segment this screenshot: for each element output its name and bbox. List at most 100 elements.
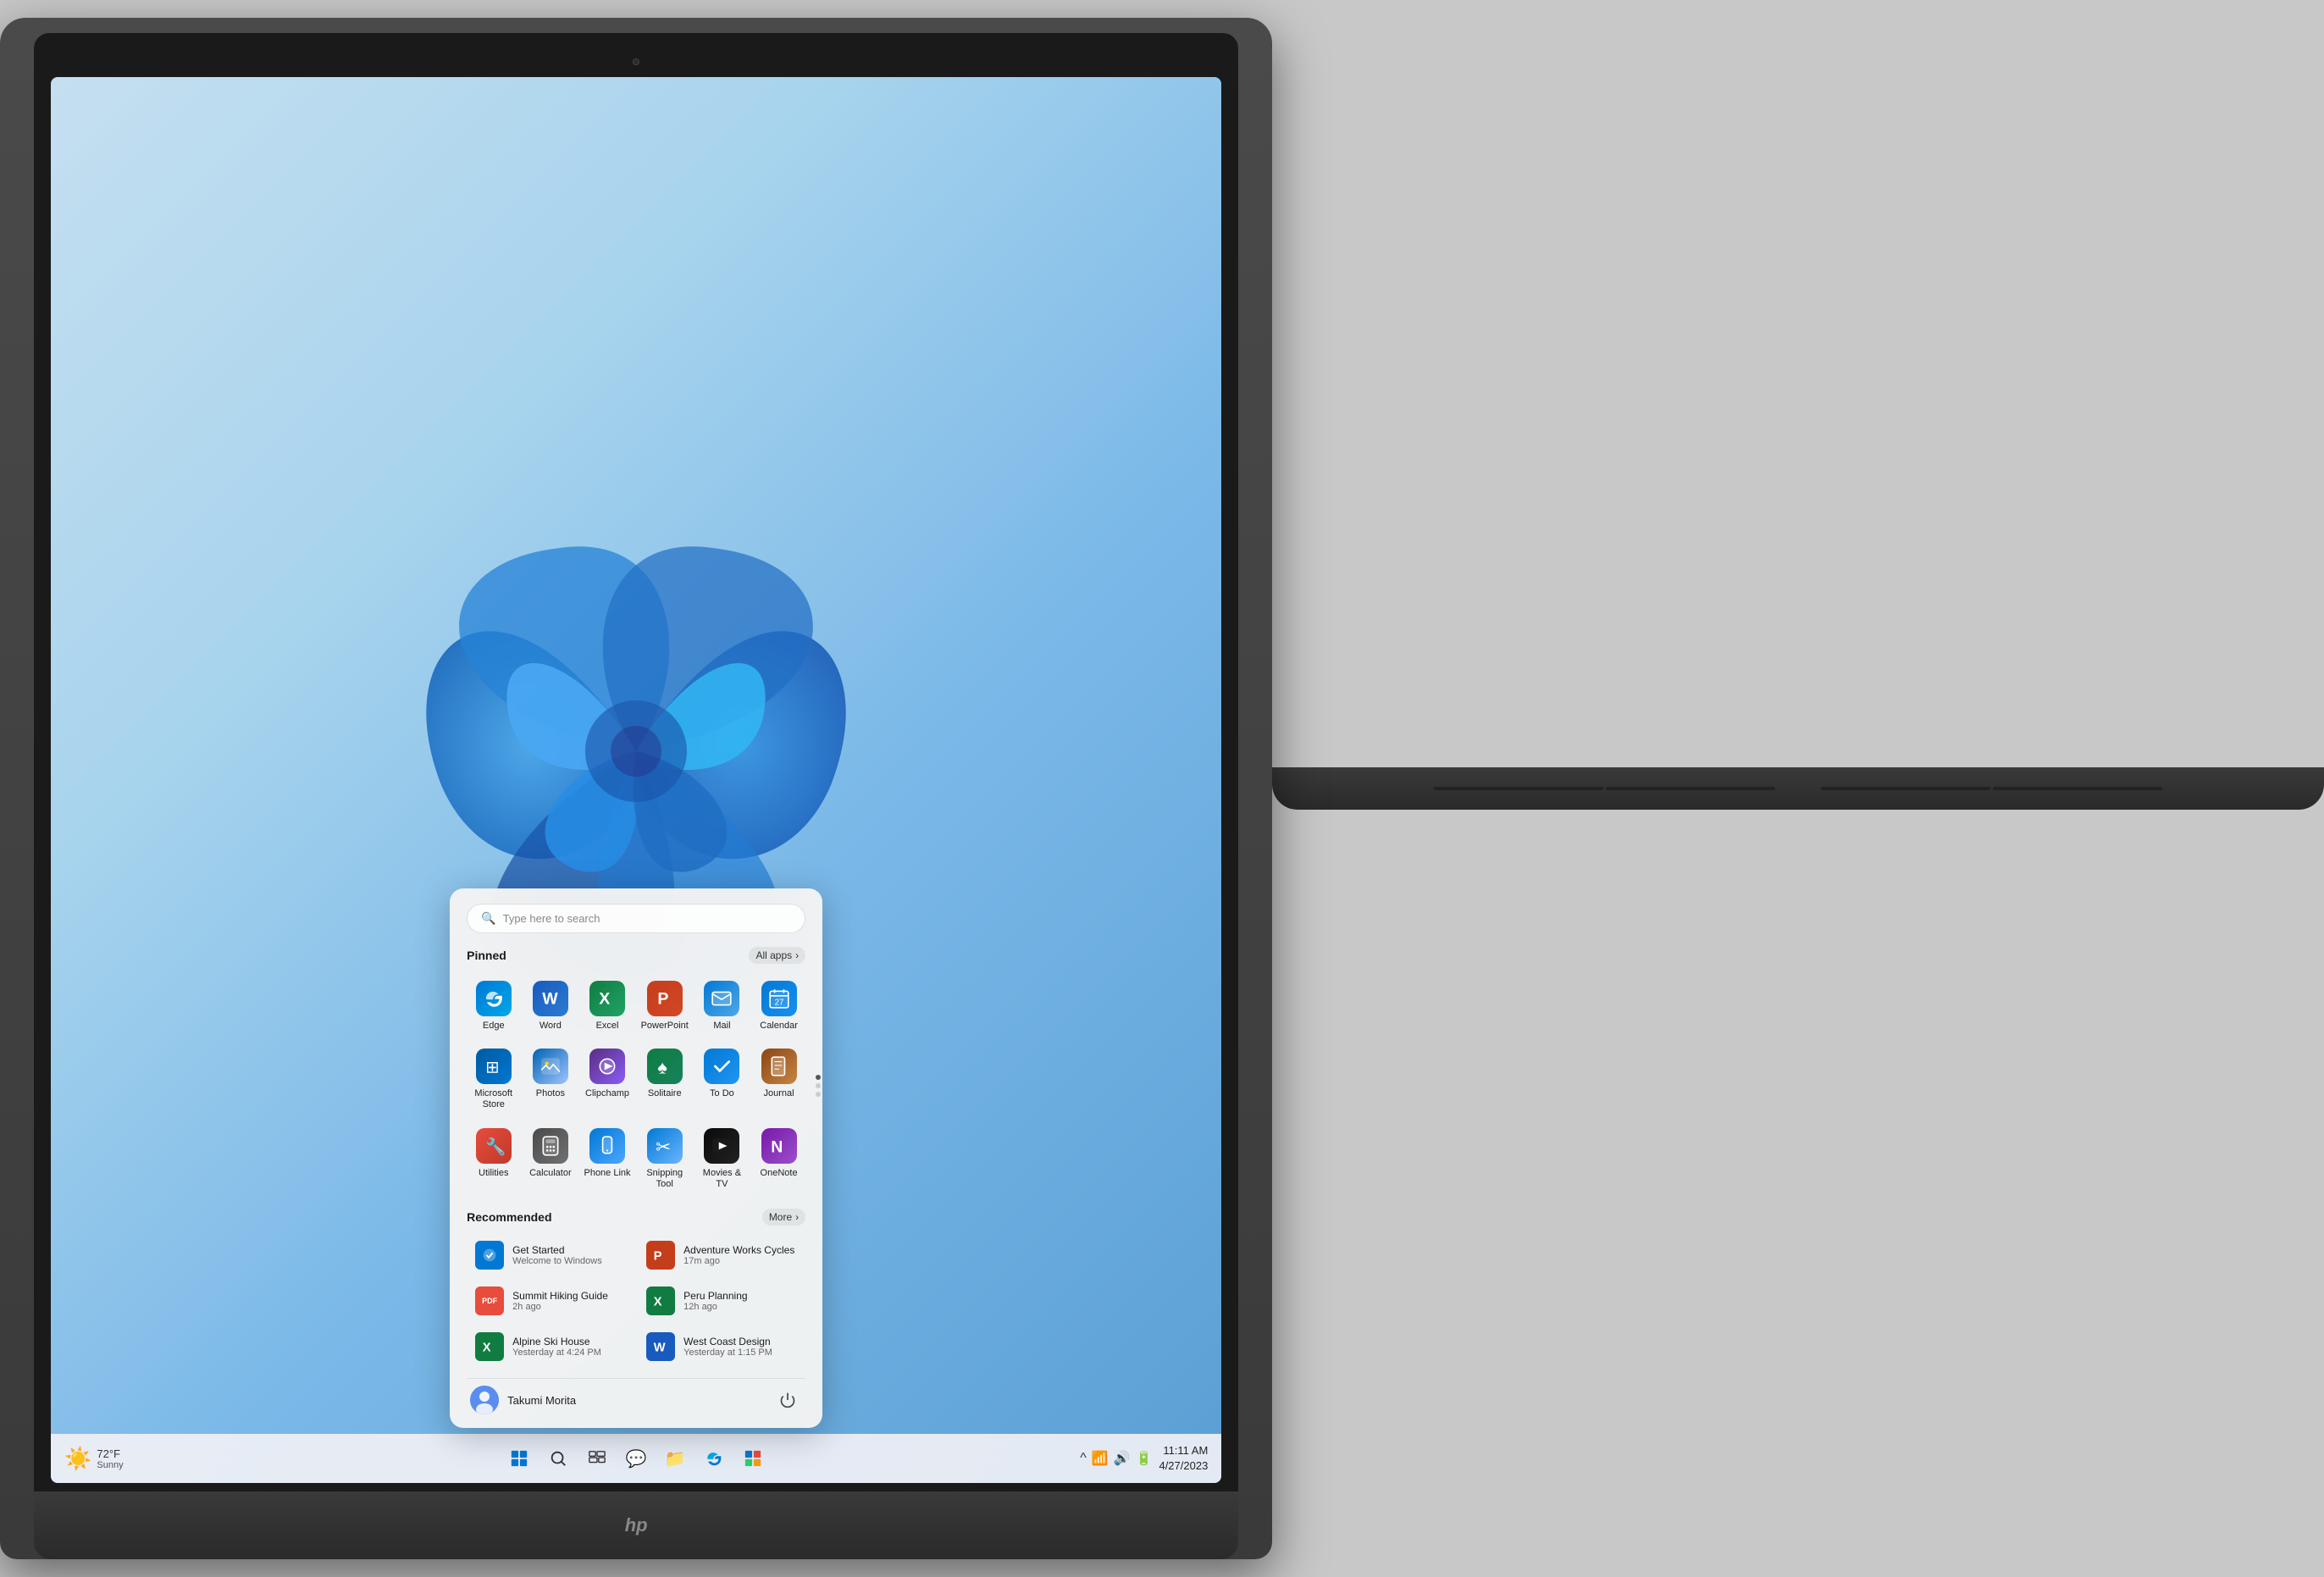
solitaire-label: Solitaire (648, 1088, 682, 1099)
recommended-label: Recommended (467, 1210, 551, 1224)
rec-alpine[interactable]: X Alpine Ski House Yesterday at 4:24 PM (467, 1325, 634, 1368)
rec-info-get-started: Get Started Welcome to Windows (512, 1244, 626, 1266)
tray-expand[interactable]: ^ (1080, 1451, 1087, 1466)
rec-icon-summit: PDF (475, 1286, 504, 1315)
app-edge[interactable]: Edge (467, 974, 520, 1038)
rec-adventure[interactable]: P Adventure Works Cycles 17m ago (638, 1234, 805, 1276)
app-journal[interactable]: Journal (752, 1042, 805, 1117)
all-apps-button[interactable]: All apps › (749, 947, 805, 964)
taskbar-search[interactable] (541, 1441, 575, 1475)
taskbar-explorer[interactable]: 📁 (658, 1441, 692, 1475)
utilities-label: Utilities (479, 1168, 508, 1179)
camera-dot (633, 58, 639, 65)
rec-info-peru: Peru Planning 12h ago (683, 1290, 797, 1312)
app-utilities[interactable]: 🔧 Utilities (467, 1121, 520, 1197)
edge-icon (476, 981, 512, 1016)
svg-text:W: W (654, 1342, 666, 1355)
clipchamp-icon (589, 1049, 625, 1084)
weather-widget[interactable]: ☀️ 72°F Sunny (64, 1446, 124, 1472)
hp-logo: hp (625, 1514, 648, 1536)
screen: 🔍 Type here to search Pinned All apps › (51, 77, 1221, 1483)
network-icon[interactable]: 📶 (1092, 1450, 1109, 1467)
rec-subtitle-get-started: Welcome to Windows (512, 1256, 626, 1266)
svg-text:🔧: 🔧 (485, 1136, 505, 1156)
laptop-bottom: hp (34, 1491, 1238, 1559)
todo-label: To Do (710, 1088, 734, 1099)
app-photos[interactable]: Photos (523, 1042, 577, 1117)
svg-text:X: X (654, 1296, 662, 1309)
rec-peru[interactable]: X Peru Planning 12h ago (638, 1280, 805, 1322)
taskbar-store[interactable] (736, 1441, 770, 1475)
excel-icon: X (589, 981, 625, 1016)
svg-text:P: P (654, 1250, 662, 1264)
rec-info-westcoast: West Coast Design Yesterday at 1:15 PM (683, 1336, 797, 1358)
start-button[interactable] (502, 1441, 536, 1475)
recommended-header: Recommended More › (467, 1209, 805, 1226)
taskbar-taskview[interactable] (580, 1441, 614, 1475)
rec-icon-westcoast: W (646, 1332, 675, 1361)
rec-get-started[interactable]: Get Started Welcome to Windows (467, 1234, 634, 1276)
time: 11:11 AM (1159, 1443, 1208, 1458)
solitaire-icon: ♠ (647, 1049, 683, 1084)
page-dot-3 (816, 1092, 821, 1097)
svg-text:X: X (483, 1342, 491, 1355)
battery-icon[interactable]: 🔋 (1136, 1450, 1153, 1467)
rec-westcoast[interactable]: W West Coast Design Yesterday at 1:15 PM (638, 1325, 805, 1368)
app-phonelink[interactable]: Phone Link (580, 1121, 634, 1197)
app-powerpoint[interactable]: P PowerPoint (638, 974, 692, 1038)
rec-title-westcoast: West Coast Design (683, 1336, 797, 1347)
page-dot-1 (816, 1075, 821, 1080)
user-avatar (470, 1386, 499, 1414)
powerpoint-icon: P (647, 981, 683, 1016)
app-solitaire[interactable]: ♠ Solitaire (638, 1042, 692, 1117)
rec-icon-alpine: X (475, 1332, 504, 1361)
search-input[interactable]: Type here to search (503, 912, 792, 925)
calendar-icon: 27 (761, 981, 797, 1016)
rec-info-alpine: Alpine Ski House Yesterday at 4:24 PM (512, 1336, 626, 1358)
system-tray: ^ 📶 🔊 🔋 (1080, 1450, 1152, 1467)
app-onenote[interactable]: N OneNote (752, 1121, 805, 1197)
phonelink-label: Phone Link (584, 1168, 630, 1179)
app-word[interactable]: W Word (523, 974, 577, 1038)
app-mail[interactable]: Mail (695, 974, 749, 1038)
svg-text:P: P (657, 990, 668, 1009)
rec-icon-adventure: P (646, 1241, 675, 1270)
rec-info-adventure: Adventure Works Cycles 17m ago (683, 1244, 797, 1266)
journal-label: Journal (764, 1088, 794, 1099)
rec-summit[interactable]: PDF Summit Hiking Guide 2h ago (467, 1280, 634, 1322)
volume-icon[interactable]: 🔊 (1114, 1450, 1131, 1467)
laptop-shell: 🔍 Type here to search Pinned All apps › (0, 18, 1272, 1559)
search-bar[interactable]: 🔍 Type here to search (467, 904, 805, 933)
app-excel[interactable]: X Excel (580, 974, 634, 1038)
app-movies[interactable]: Movies & TV (695, 1121, 749, 1197)
taskbar-edge[interactable] (697, 1441, 731, 1475)
rec-subtitle-alpine: Yesterday at 4:24 PM (512, 1347, 626, 1358)
weather-condition: Sunny (97, 1460, 123, 1470)
time-date[interactable]: 11:11 AM 4/27/2023 (1159, 1443, 1208, 1474)
app-todo[interactable]: To Do (695, 1042, 749, 1117)
app-store[interactable]: ⊞ Microsoft Store (467, 1042, 520, 1117)
ventilation-left (1434, 787, 1775, 790)
pinned-header: Pinned All apps › (467, 947, 805, 964)
app-clipchamp[interactable]: Clipchamp (580, 1042, 634, 1117)
onenote-icon: N (761, 1128, 797, 1164)
mail-label: Mail (713, 1021, 730, 1032)
app-calculator[interactable]: Calculator (523, 1121, 577, 1197)
phonelink-icon (589, 1128, 625, 1164)
taskbar-teams[interactable]: 💬 (619, 1441, 653, 1475)
rec-title-get-started: Get Started (512, 1244, 626, 1256)
more-button[interactable]: More › (762, 1209, 805, 1226)
page-dot-2 (816, 1083, 821, 1088)
user-info[interactable]: Takumi Morita (470, 1386, 576, 1414)
svg-text:N: N (771, 1137, 783, 1156)
rec-subtitle-summit: 2h ago (512, 1302, 626, 1312)
app-calendar[interactable]: 27 Calendar (752, 974, 805, 1038)
powerpoint-label: PowerPoint (641, 1021, 689, 1032)
app-snipping[interactable]: ✂ Snipping Tool (638, 1121, 692, 1197)
rec-title-adventure: Adventure Works Cycles (683, 1244, 797, 1256)
power-button[interactable] (773, 1386, 802, 1414)
date: 4/27/2023 (1159, 1458, 1208, 1474)
search-icon: 🔍 (481, 911, 495, 926)
pinned-label: Pinned (467, 949, 506, 962)
snipping-label: Snipping Tool (641, 1168, 689, 1190)
